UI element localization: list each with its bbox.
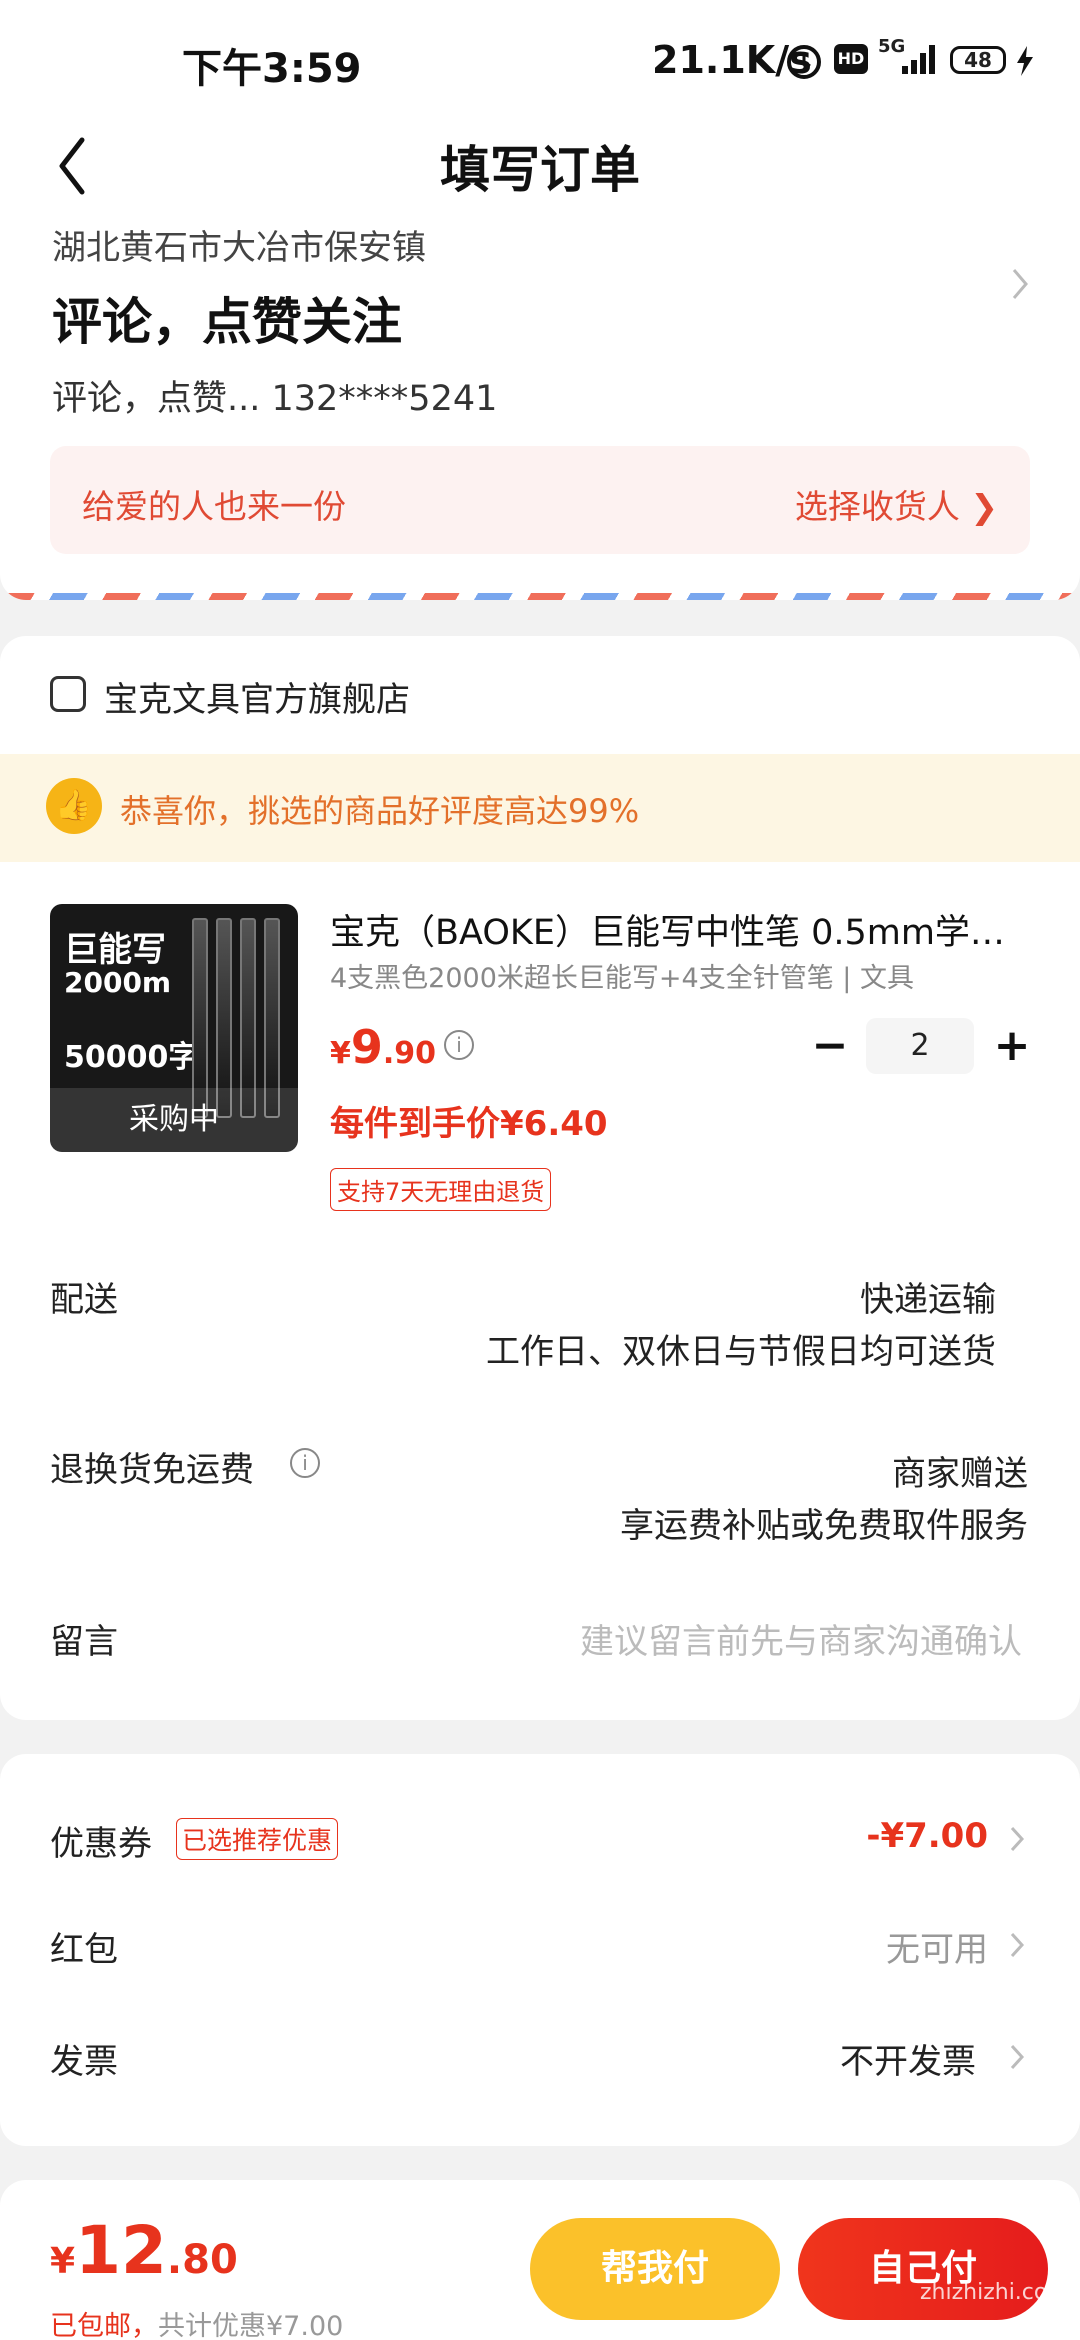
product-image-text: 2000m — [64, 966, 172, 999]
product-title[interactable]: 宝克（BAOKE）巨能写中性笔 0.5mm学… — [330, 904, 1030, 955]
purchasing-badge: 采购中 — [50, 1088, 298, 1152]
product-card: 宝克文具官方旗舰店 👍 恭喜你，挑选的商品好评度高达99% 巨能写 2000m … — [0, 636, 1080, 1720]
battery-icon: 48 — [950, 46, 1006, 74]
product-image-text: 50000字 — [64, 1040, 199, 1075]
praise-banner: 👍 恭喜你，挑选的商品好评度高达99% — [0, 754, 1080, 862]
quantity-decrease-button[interactable]: − — [808, 1020, 852, 1072]
product-image[interactable]: 巨能写 2000m 50000字 采购中 — [50, 904, 298, 1152]
shop-name[interactable]: 宝克文具官方旗舰店 — [104, 672, 410, 721]
charging-icon — [1017, 46, 1033, 76]
shop-icon — [50, 676, 86, 712]
alarm-icon — [787, 45, 821, 79]
chevron-right-icon — [1012, 269, 1028, 299]
watermark: zhizhizhi.com — [920, 2280, 1069, 2305]
quantity-increase-button[interactable]: + — [990, 1020, 1034, 1072]
return-shipping-note: 享运费补贴或免费取件服务 — [620, 1506, 1028, 1546]
return-shipping-label: 退换货免运费 — [50, 1450, 254, 1490]
invoice-label: 发票 — [50, 2042, 118, 2082]
unit-price-text: 每件到手价¥6.40 — [330, 1104, 608, 1144]
signal-icon — [902, 45, 935, 74]
discount-summary-card: 优惠券 已选推荐优惠 -¥7.00 红包 无可用 发票 不开发票 — [0, 1754, 1080, 2146]
return-shipping-info-icon[interactable]: i — [290, 1448, 320, 1478]
total-note: 已包邮，共计优惠¥7.00 — [50, 2311, 344, 2340]
coupon-tag: 已选推荐优惠 — [176, 1818, 339, 1860]
total-price: ¥12.80 — [50, 2212, 238, 2289]
invoice-value[interactable]: 不开发票 — [840, 2034, 976, 2083]
quantity-input[interactable]: 2 — [866, 1018, 974, 1074]
select-receiver-link[interactable]: 选择收货人 ❯ — [795, 480, 998, 528]
product-image-text: 巨能写 — [64, 930, 166, 970]
price-info-icon[interactable]: i — [444, 1030, 474, 1060]
chevron-right-icon — [1010, 1826, 1025, 1852]
product-price: ¥9.90 — [330, 1020, 437, 1074]
checkout-bar: ¥12.80 已包邮，共计优惠¥7.00 帮我付 自己付 — [0, 2180, 1080, 2340]
address-contact: 评论，点赞... 132****5241 — [52, 379, 498, 419]
address-card[interactable]: 湖北黄石市大冶市保安镇 评论，点赞关注 评论，点赞... 132****5241… — [0, 220, 1080, 600]
delivery-value[interactable]: 快递运输 — [860, 1272, 996, 1321]
help-pay-button[interactable]: 帮我付 — [530, 2218, 780, 2320]
nav-bar: 填写订单 — [0, 120, 1080, 220]
coupon-value[interactable]: -¥7.00 — [866, 1816, 988, 1856]
return-policy-tag: 支持7天无理由退货 — [330, 1168, 552, 1211]
redpacket-value[interactable]: 无可用 — [886, 1922, 988, 1971]
status-time: 下午3:59 — [182, 46, 362, 92]
envelope-stripe — [0, 593, 1080, 600]
message-label: 留言 — [50, 1622, 118, 1662]
delivery-label: 配送 — [50, 1280, 118, 1320]
delivery-note: 工作日、双休日与节假日均可送货 — [486, 1332, 996, 1372]
hd-icon: HD — [834, 44, 868, 74]
gift-text: 给爱的人也来一份 — [82, 487, 346, 526]
thumbs-up-icon: 👍 — [46, 778, 102, 834]
address-region: 湖北黄石市大冶市保安镇 — [52, 228, 426, 268]
back-icon[interactable] — [52, 134, 92, 198]
message-input[interactable]: 建议留言前先与商家沟通确认 — [580, 1614, 1022, 1663]
return-shipping-value: 商家赠送 — [892, 1454, 1028, 1494]
redpacket-label: 红包 — [50, 1930, 118, 1970]
product-sku[interactable]: 4支黑色2000米超长巨能写+4支全针管笔 | 文具 — [330, 956, 1030, 995]
address-name: 评论，点赞关注 — [52, 293, 402, 351]
praise-text: 恭喜你，挑选的商品好评度高达99% — [120, 792, 640, 830]
chevron-right-icon — [1010, 2044, 1025, 2070]
chevron-right-icon — [1010, 1932, 1025, 1958]
page-title: 填写订单 — [440, 141, 640, 199]
gift-box[interactable]: 给爱的人也来一份 选择收货人 ❯ — [50, 446, 1030, 554]
status-bar: 下午3:59 21.1K/s HD 5G 48 — [0, 0, 1080, 120]
coupon-label: 优惠券 — [50, 1824, 152, 1864]
